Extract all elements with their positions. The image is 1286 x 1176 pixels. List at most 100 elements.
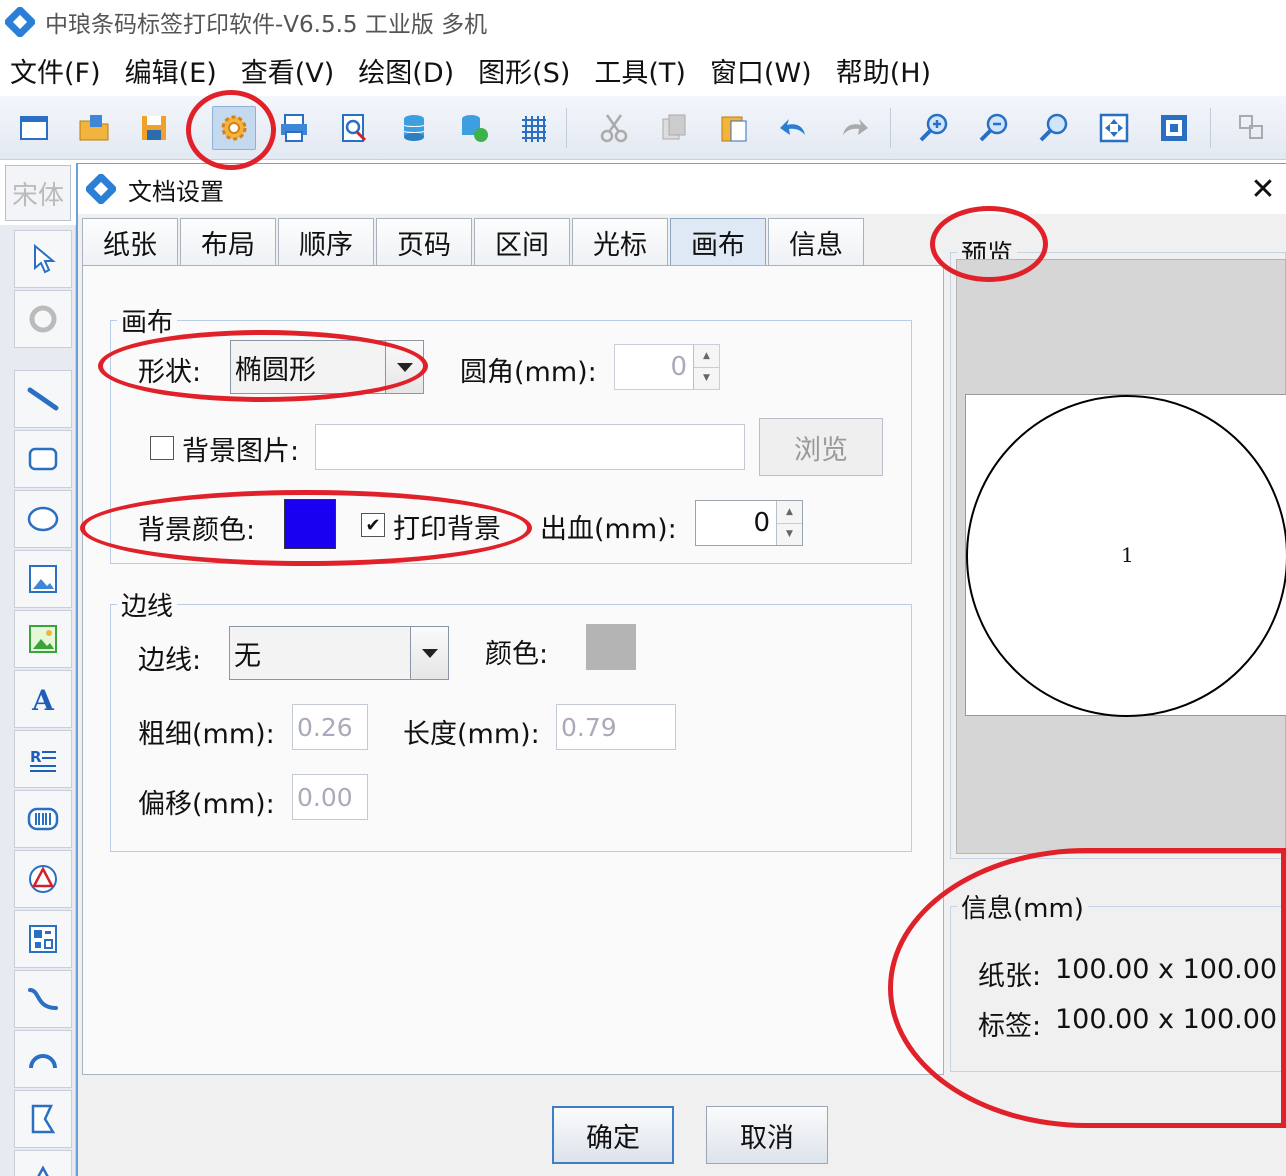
actual-size-icon[interactable]	[1154, 108, 1194, 148]
border-label: 边线:	[138, 645, 202, 676]
fit-window-icon[interactable]	[1094, 108, 1134, 148]
tab-paper[interactable]: 纸张	[82, 218, 178, 266]
stepper-down-icon[interactable]: ▼	[777, 523, 802, 545]
annotation-ring-info	[888, 848, 1286, 1128]
border-color-swatch[interactable]	[586, 624, 636, 670]
tab-order[interactable]: 顺序	[278, 218, 374, 266]
ellipse-tool-icon[interactable]	[14, 490, 72, 548]
triangle-tool-icon[interactable]	[14, 1150, 72, 1176]
toolbar-separator	[566, 108, 567, 148]
menu-edit[interactable]: 编辑(E)	[125, 51, 217, 90]
app-logo-icon	[85, 173, 117, 205]
menu-tools[interactable]: 工具(T)	[594, 51, 686, 90]
new-document-icon[interactable]	[14, 108, 54, 148]
toolbar-separator	[1210, 108, 1211, 148]
corner-radius-stepper[interactable]: 0 ▲ ▼	[614, 344, 720, 390]
shape-symbol-icon[interactable]	[14, 850, 72, 908]
length-input[interactable]: 0.79	[556, 704, 676, 750]
menu-file[interactable]: 文件(F)	[10, 51, 101, 90]
print-icon[interactable]	[274, 108, 314, 148]
menu-draw[interactable]: 绘图(D)	[358, 51, 454, 90]
svg-text:A: A	[31, 684, 55, 716]
length-label: 长度(mm):	[403, 719, 540, 750]
font-selector[interactable]: 宋体	[5, 165, 71, 221]
polygon-tool-icon[interactable]	[14, 1090, 72, 1148]
tab-range[interactable]: 区间	[474, 218, 570, 266]
database-icon[interactable]	[394, 108, 434, 148]
drawing-tools-panel: A R	[0, 225, 76, 1176]
bleed-label: 出血(mm):	[540, 514, 677, 545]
border-select-value: 无	[230, 627, 410, 679]
annotation-ring-bg-color	[80, 490, 532, 566]
thickness-input[interactable]: 0.26	[292, 704, 368, 750]
cut-icon[interactable]	[594, 108, 634, 148]
dialog-title: 文档设置	[128, 177, 224, 206]
undo-icon[interactable]	[774, 108, 814, 148]
app-logo-icon	[4, 6, 36, 38]
title-bar: 中琅条码标签打印软件-V6.5.5 工业版 多机	[0, 0, 1286, 44]
group-icon[interactable]	[1232, 108, 1272, 148]
database-refresh-icon[interactable]	[454, 108, 494, 148]
cancel-button[interactable]: 取消	[706, 1106, 828, 1164]
app-title: 中琅条码标签打印软件-V6.5.5 工业版 多机	[45, 12, 488, 38]
browse-button[interactable]: 浏览	[759, 418, 883, 476]
rectangle-tool-icon[interactable]	[14, 430, 72, 488]
toolbar-separator	[890, 108, 891, 148]
zoom-out-icon[interactable]	[974, 108, 1014, 148]
redo-icon[interactable]	[834, 108, 874, 148]
print-preview-icon[interactable]	[334, 108, 374, 148]
preview-label-text: 1	[1121, 543, 1134, 567]
bg-image-label: 背景图片:	[182, 436, 300, 467]
annotation-ring-preview	[930, 206, 1048, 282]
ok-button[interactable]: 确定	[552, 1106, 674, 1164]
offset-input[interactable]: 0.00	[292, 774, 368, 820]
menu-window[interactable]: 窗口(W)	[710, 51, 812, 90]
line-tool-icon[interactable]	[14, 370, 72, 428]
corner-radius-label: 圆角(mm):	[460, 357, 597, 388]
border-color-label: 颜色:	[485, 639, 549, 670]
tab-page-number[interactable]: 页码	[376, 218, 472, 266]
close-icon[interactable]: ✕	[1244, 170, 1282, 208]
zoom-icon[interactable]	[1034, 108, 1074, 148]
select-pointer-icon[interactable]	[14, 230, 72, 288]
paste-icon[interactable]	[714, 108, 754, 148]
tab-cursor[interactable]: 光标	[572, 218, 668, 266]
chevron-down-icon[interactable]	[410, 627, 448, 679]
stepper-up-icon[interactable]: ▲	[694, 345, 719, 368]
rich-text-icon[interactable]: R	[14, 730, 72, 788]
border-group-legend: 边线	[121, 592, 174, 622]
preview-area: 1	[956, 259, 1286, 854]
picture-tool-icon[interactable]	[14, 610, 72, 668]
tab-info[interactable]: 信息	[768, 218, 864, 266]
menu-help[interactable]: 帮助(H)	[836, 51, 931, 90]
corner-radius-value: 0	[670, 352, 687, 382]
annotation-ring-settings	[186, 90, 276, 170]
rotate-icon[interactable]	[14, 290, 72, 348]
grid-icon[interactable]	[514, 108, 554, 148]
menu-view[interactable]: 查看(V)	[241, 51, 335, 90]
preview-paper: 1	[965, 394, 1286, 717]
image-tool-icon[interactable]	[14, 550, 72, 608]
canvas-group-legend: 画布	[121, 308, 174, 338]
curve-tool-icon[interactable]	[14, 970, 72, 1028]
stepper-down-icon[interactable]: ▼	[694, 367, 719, 389]
barcode-tool-icon[interactable]	[14, 790, 72, 848]
bleed-stepper[interactable]: 0 ▲ ▼	[695, 500, 803, 546]
bg-image-path-input[interactable]	[315, 424, 745, 470]
tab-canvas[interactable]: 画布	[670, 218, 766, 266]
bg-image-checkbox[interactable]	[150, 436, 174, 460]
tab-layout[interactable]: 布局	[180, 218, 276, 266]
svg-text:R: R	[30, 748, 42, 766]
thickness-label: 粗细(mm):	[138, 719, 275, 750]
open-folder-icon[interactable]	[74, 108, 114, 148]
qrcode-tool-icon[interactable]	[14, 910, 72, 968]
copy-icon[interactable]	[654, 108, 694, 148]
text-tool-icon[interactable]: A	[14, 670, 72, 728]
border-select[interactable]: 无	[229, 626, 449, 680]
menu-shape[interactable]: 图形(S)	[478, 51, 570, 90]
save-icon[interactable]	[134, 108, 174, 148]
arc-tool-icon[interactable]	[14, 1030, 72, 1088]
offset-label: 偏移(mm):	[138, 789, 275, 820]
zoom-in-icon[interactable]	[914, 108, 954, 148]
stepper-up-icon[interactable]: ▲	[777, 501, 802, 524]
